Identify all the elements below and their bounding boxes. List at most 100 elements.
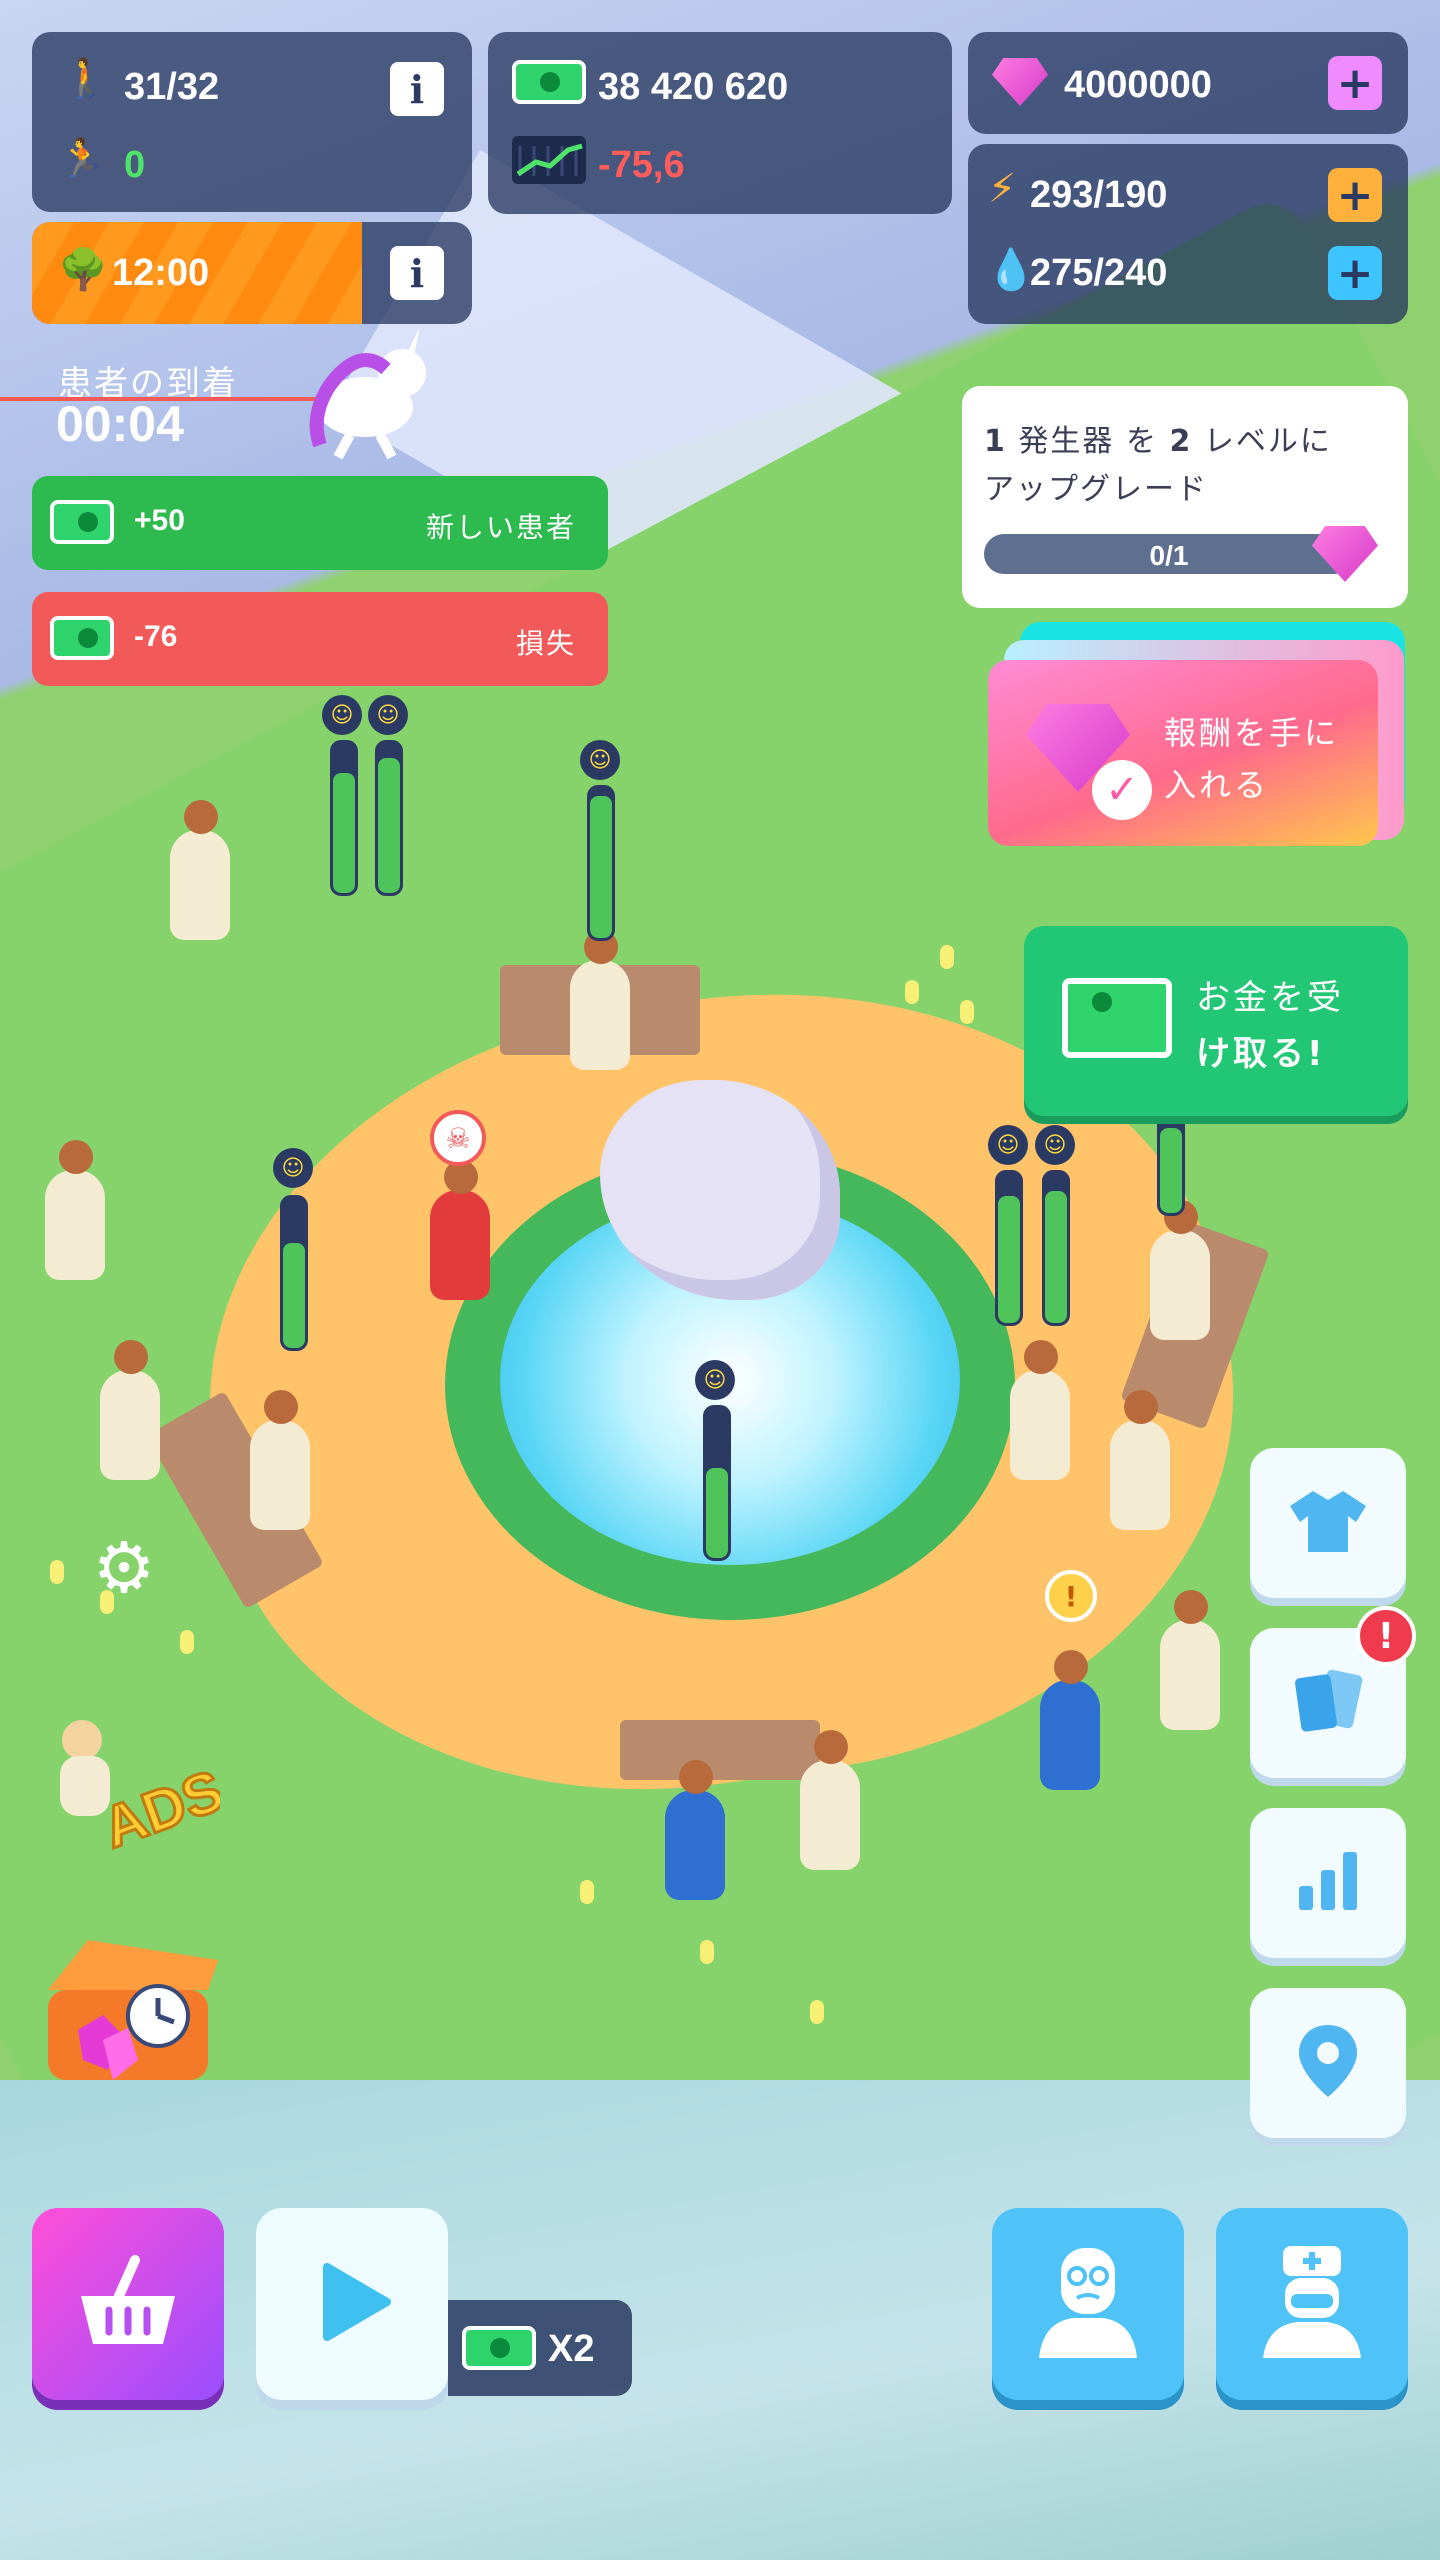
add-water-button[interactable]: + [1328,246,1382,300]
patient-character[interactable] [1010,1340,1070,1480]
water-value: 275/240 [1030,252,1168,294]
reward-label-line2: 入れる [1164,766,1270,804]
new-patient-amount: +50 [134,504,185,537]
patient-character[interactable] [170,800,230,940]
mood-icon: ☺ [695,1360,735,1400]
map-button[interactable] [1250,1988,1406,2138]
flower [50,1560,64,1584]
cash-icon [462,2326,536,2370]
check-icon: ✓ [1092,760,1152,820]
speed-multiplier: X2 [548,2328,595,2370]
loss-banner: -76 損失 [32,592,608,686]
patient-icon [1033,2242,1143,2366]
energy-value: 293/190 [1030,174,1168,216]
map-pin-icon [1293,2021,1363,2105]
trend-chart-icon [512,136,586,184]
quest-level: 2 [1169,424,1193,459]
health-meter [703,1405,731,1561]
quest-suffix: レベルに [1192,424,1332,459]
flower [180,1630,194,1654]
quest-text-line2: アップグレード [984,472,1208,507]
mood-icon: ☺ [273,1148,313,1188]
patient-character[interactable] [250,1390,310,1530]
patient-count: 31/32 [124,66,220,108]
shop-button[interactable] [32,2208,224,2400]
health-meter [330,740,358,896]
flower [700,1940,714,1964]
health-meter [1042,1170,1070,1326]
gem-count: 4000000 [1064,64,1212,106]
shirt-button[interactable] [1250,1448,1406,1598]
patient-character[interactable] [1040,1650,1100,1790]
gem-icon [992,58,1048,106]
cash-icon [1062,978,1172,1058]
new-patient-label: 新しい患者 [425,511,576,544]
collect-label-line1: お金を受 [1196,978,1344,1018]
resources-panel: ⚡ 293/190 + 💧 275/240 + [968,144,1408,324]
play-speed-button[interactable] [256,2208,448,2400]
unicorn-icon [290,325,440,465]
mood-icon: ☺ [580,740,620,780]
quest-card[interactable]: 1 発生器 を 2 レベルに アップグレード 0/1 [962,386,1408,608]
collect-money-button[interactable]: お金を受 け取る! [1024,926,1408,1116]
quest-text-line1: 1 発生器 を 2 レベルに [984,416,1332,460]
person-icon: 🚶 [62,56,110,100]
patient-character[interactable] [800,1730,860,1870]
patients-info-button[interactable]: i [390,62,444,116]
quest-progress-text: 0/1 [1149,540,1189,571]
bench [620,1720,820,1780]
health-meter [1157,1110,1185,1216]
ads-icon[interactable]: ADS [30,1700,233,1862]
settings-icon[interactable]: ⚙ [88,1532,160,1604]
health-meter [280,1195,308,1351]
flower [810,2000,824,2024]
timer-value: 12:00 [112,252,210,294]
collect-label-line2: け取る! [1196,1034,1326,1074]
cured-count: 0 [124,144,146,186]
loss-amount: -76 [134,620,178,653]
money-panel[interactable]: 38 420 620 -75,6 [488,32,952,214]
patient-character[interactable] [100,1340,160,1480]
doctor-icon [1257,2242,1367,2366]
bar-chart-icon [1293,1846,1363,1920]
svg-text:ADS: ADS [94,1758,220,1860]
stats-button[interactable] [1250,1808,1406,1958]
cured-person-icon: 🏃 [58,136,106,180]
patient-character[interactable] [430,1160,490,1300]
gem-chest-icon[interactable] [28,1920,228,2110]
arrival-time: 00:04 [56,396,184,452]
doctors-list-button[interactable] [1216,2208,1408,2400]
patients-panel: 🚶 31/32 🏃 0 i [32,32,472,212]
mood-icon: ☺ [988,1125,1028,1165]
warning-icon: ! [1045,1570,1097,1622]
patient-character[interactable] [665,1760,725,1900]
cash-icon [512,60,586,104]
patient-character[interactable] [1110,1390,1170,1530]
lightning-icon: ⚡ [988,166,1017,212]
patient-character[interactable] [1160,1590,1220,1730]
health-meter [375,740,403,896]
cards-button[interactable]: ! [1250,1606,1416,1778]
patient-character[interactable] [570,930,630,1070]
mood-icon: ☺ [322,695,362,735]
cards-icon [1288,1666,1368,1740]
health-meter [587,785,615,941]
loss-label: 損失 [515,627,576,660]
new-patient-banner: +50 新しい患者 [32,476,608,570]
patient-character[interactable] [1150,1200,1210,1340]
patients-list-button[interactable] [992,2208,1184,2400]
money-rate: -75,6 [598,144,685,186]
mood-icon: ☺ [368,695,408,735]
flower [960,1000,974,1024]
timer-info-button[interactable]: i [390,246,444,300]
gems-panel: 4000000 + [968,32,1408,134]
mood-icon: ☺ [1035,1125,1075,1165]
speed-multiplier-tag: X2 [448,2300,632,2396]
basket-icon [73,2252,183,2356]
add-gems-button[interactable]: + [1328,56,1382,110]
patient-character[interactable] [45,1140,105,1280]
add-energy-button[interactable]: + [1328,168,1382,222]
claim-reward-button[interactable]: ✓ 報酬を手に 入れる [988,660,1378,846]
quest-subject: 発生器 を [1006,424,1170,459]
cash-icon [50,616,114,660]
